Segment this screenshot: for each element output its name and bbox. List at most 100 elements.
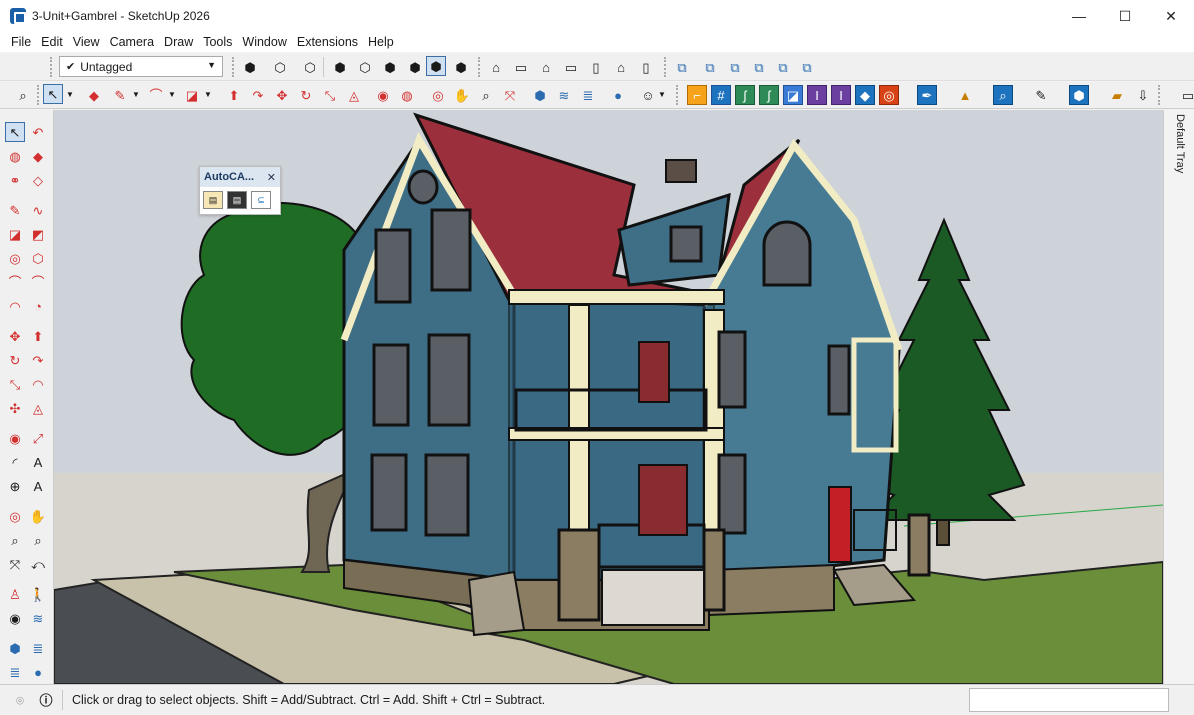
column-icon[interactable]: I <box>831 85 851 105</box>
orbit-tool-icon[interactable]: ◎ <box>428 85 448 105</box>
extension-warehouse-icon[interactable]: ≣ <box>28 638 48 658</box>
zoom-tool-icon[interactable]: ⌕ <box>5 530 25 550</box>
rotated-rectangle-tool-icon[interactable]: ◩ <box>28 224 48 244</box>
export-icon[interactable]: ⇩ <box>1133 85 1153 105</box>
search-icon[interactable]: ⌕ <box>13 85 33 105</box>
layers-icon[interactable]: ≣ <box>578 85 598 105</box>
paint-bucket-tool-icon[interactable]: ◍ <box>397 85 417 105</box>
toolbar-grip[interactable] <box>664 57 668 77</box>
minimize-button[interactable]: — <box>1056 0 1102 32</box>
toolbar-grip[interactable] <box>676 85 680 105</box>
measurements-box[interactable] <box>969 688 1169 712</box>
push-pull-tool-icon[interactable]: ⬆ <box>224 85 244 105</box>
lasso-tool-icon[interactable]: ↶ <box>28 122 48 142</box>
zoom-blue-icon[interactable]: ⌕ <box>993 85 1013 105</box>
menu-window[interactable]: Window <box>237 35 291 49</box>
eraser-tool-icon[interactable]: ◆ <box>28 146 48 166</box>
eraser-tool-icon[interactable]: ◆ <box>84 85 104 105</box>
geolocation-icon[interactable]: ⌾ <box>10 690 30 710</box>
select-tool-icon[interactable]: ↖ <box>5 122 25 142</box>
section-cuts-icon[interactable]: ⧉ <box>725 57 745 77</box>
section-plane-tool-icon[interactable]: ≋ <box>28 608 48 628</box>
chevron-down-icon[interactable]: ▼ <box>166 85 178 105</box>
toolbar-grip[interactable] <box>50 57 54 77</box>
menu-draw[interactable]: Draw <box>159 35 198 49</box>
layers-icon[interactable]: ≣ <box>5 662 25 682</box>
cube-icon[interactable]: ⬢ <box>1069 85 1089 105</box>
folder-icon[interactable]: ▰ <box>1107 85 1127 105</box>
maximize-button[interactable]: ☐ <box>1102 0 1148 32</box>
two-point-arc-tool-icon[interactable]: ⌒ <box>28 272 48 292</box>
freehand-tool-icon[interactable]: ∿ <box>28 200 48 220</box>
edit-doc-icon[interactable]: ✎ <box>1031 85 1051 105</box>
chevron-down-icon[interactable]: ▼ <box>64 85 76 105</box>
zoom-tool-icon[interactable]: ⌕ <box>476 85 496 105</box>
stamp-icon[interactable]: ▲ <box>955 85 975 105</box>
account-icon[interactable]: ☺ <box>638 85 658 105</box>
dimension-tool-icon[interactable]: ⤢ <box>28 428 48 448</box>
rectangle-tool-icon[interactable]: ◪ <box>182 85 202 105</box>
three-point-arc-tool-icon[interactable]: ◠ <box>5 296 25 316</box>
shaded-textures-style-icon[interactable]: ⬢ <box>426 56 446 76</box>
toolbar-grip[interactable] <box>1158 85 1162 105</box>
tray-toggle-icon[interactable]: ▭ <box>1178 85 1194 105</box>
bottom-camera-icon[interactable]: ▯ <box>636 57 656 77</box>
tag-select[interactable]: ✔ Untagged ▼ <box>59 56 223 77</box>
autocad-toolbar-header[interactable]: AutoCA... ✕ <box>200 167 280 187</box>
section-planes-icon[interactable]: ⧉ <box>773 57 793 77</box>
toolbar-grip[interactable] <box>478 57 482 77</box>
warehouse-icon[interactable]: ⬢ <box>5 638 25 658</box>
scale-tool-icon[interactable]: ⤡ <box>320 85 340 105</box>
chevron-down-icon[interactable]: ▼ <box>656 85 668 105</box>
section-fill-icon[interactable]: ⧉ <box>749 57 769 77</box>
section-plane-icon[interactable]: ⧉ <box>672 57 692 77</box>
warehouse-icon[interactable]: ⬢ <box>530 85 550 105</box>
top-camera-icon[interactable]: ▭ <box>511 57 531 77</box>
profile-alt-icon[interactable]: ʃ <box>759 85 779 105</box>
follow-me-tool-icon[interactable]: ↷ <box>28 350 48 370</box>
pan-tool-icon[interactable]: ✋ <box>452 85 472 105</box>
rectangle-tool-icon[interactable]: ◪ <box>5 224 25 244</box>
move-tool-icon[interactable]: ✥ <box>272 85 292 105</box>
paint-bucket-tool-icon[interactable]: ◍ <box>5 146 25 166</box>
rotate-tool-icon[interactable]: ↻ <box>5 350 25 370</box>
grid-icon[interactable]: # <box>711 85 731 105</box>
hidden-line-style-icon[interactable]: ⬢ <box>380 57 400 77</box>
profile-icon[interactable]: ʃ <box>735 85 755 105</box>
menu-help[interactable]: Help <box>363 35 399 49</box>
text-tool-icon[interactable]: A <box>28 452 48 472</box>
front-camera-icon[interactable]: ⌂ <box>536 57 556 77</box>
xray-style-icon[interactable]: ⬢ <box>330 57 350 77</box>
stairs-icon[interactable]: ⌐ <box>687 85 707 105</box>
section-display-icon[interactable]: ⧉ <box>700 57 720 77</box>
default-tray-label[interactable]: Default Tray <box>1174 114 1186 173</box>
scale-tool-icon[interactable]: ⤡ <box>5 374 25 394</box>
walk-tool-icon[interactable]: 🚶 <box>28 584 48 604</box>
zoom-window-tool-icon[interactable]: ⌕ <box>28 530 48 550</box>
close-button[interactable]: ✕ <box>1148 0 1194 32</box>
chat-icon[interactable]: ● <box>608 85 628 105</box>
menu-view[interactable]: View <box>68 35 105 49</box>
push-pull-tool-icon[interactable]: ⬆ <box>28 326 48 346</box>
select-tool-icon[interactable]: ↖ <box>43 84 63 104</box>
section-tools-icon[interactable]: ⧉ <box>797 57 817 77</box>
import-dwg-icon[interactable]: ▤ <box>203 191 223 209</box>
menu-tools[interactable]: Tools <box>198 35 237 49</box>
close-icon[interactable]: ✕ <box>267 171 276 184</box>
door-icon[interactable]: ◪ <box>783 85 803 105</box>
right-camera-icon[interactable]: ▭ <box>561 57 581 77</box>
flip-tool-icon[interactable]: ✣ <box>5 398 25 418</box>
protractor-tool-icon[interactable]: ◜ <box>5 452 25 472</box>
back-camera-icon[interactable]: ▯ <box>586 57 606 77</box>
extension-warehouse-icon[interactable]: ≋ <box>554 85 574 105</box>
pencil-tool-icon[interactable]: ✎ <box>110 85 130 105</box>
chat-icon[interactable]: ● <box>28 662 48 682</box>
info-icon[interactable]: ⓘ <box>36 690 56 710</box>
menu-extensions[interactable]: Extensions <box>292 35 363 49</box>
wireframe-style-icon[interactable]: ⬡ <box>355 57 375 77</box>
tape-measure-tool-icon[interactable]: ◉ <box>373 85 393 105</box>
model-viewport[interactable]: AutoCA... ✕ ▤ ▤ ⊆ <box>54 110 1163 684</box>
arc-tool-icon[interactable]: ⌒ <box>146 85 166 105</box>
pencil-tool-icon[interactable]: ✎ <box>5 200 25 220</box>
iso-view-icon[interactable]: ⬢ <box>240 57 260 77</box>
